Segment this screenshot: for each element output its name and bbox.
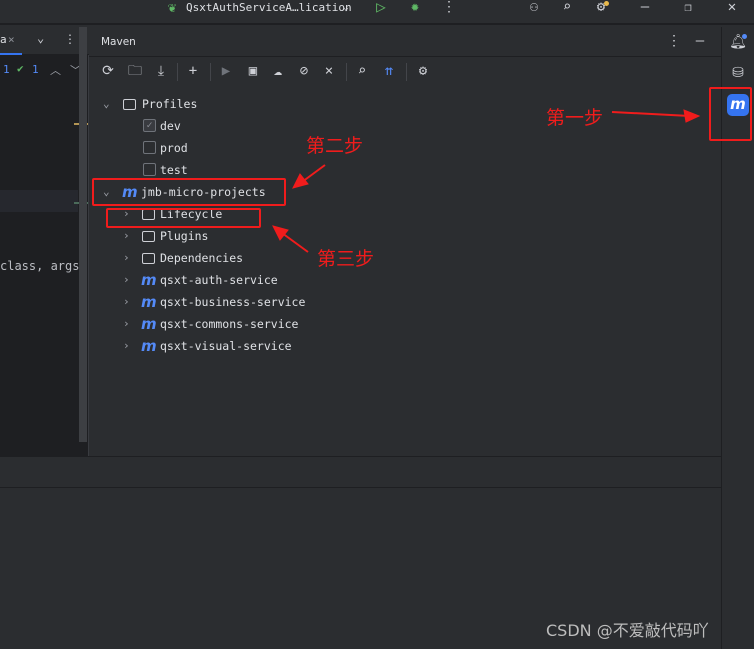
arrow-head bbox=[272, 225, 289, 241]
arrow-head bbox=[683, 109, 701, 123]
watermark: CSDN @不爱敲代码吖 bbox=[546, 621, 709, 640]
arrow-step2 bbox=[301, 164, 326, 183]
arrow-head bbox=[292, 173, 309, 189]
annotation-arrows bbox=[272, 109, 701, 253]
arrow-step1 bbox=[611, 111, 691, 117]
arrow-step3 bbox=[281, 232, 309, 253]
